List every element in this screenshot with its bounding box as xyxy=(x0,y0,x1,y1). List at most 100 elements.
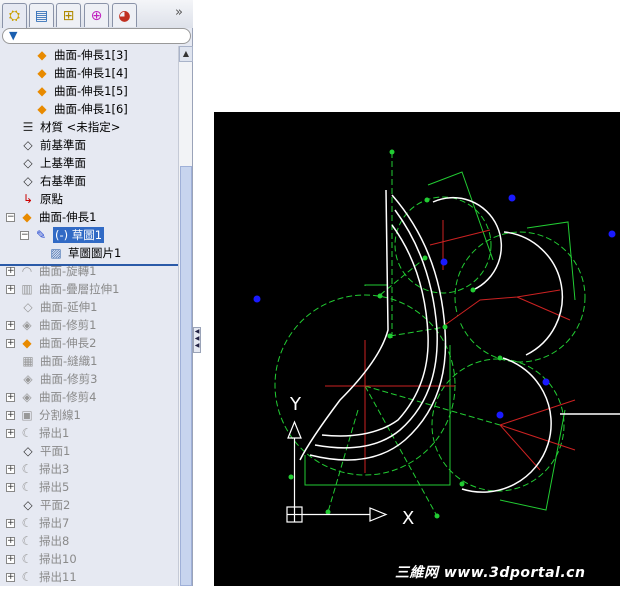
expand-toggle[interactable]: + xyxy=(6,284,15,294)
tab-configuration-manager[interactable]: ⊞ xyxy=(56,3,81,27)
tree-item-label: 曲面-伸長1 xyxy=(39,210,97,224)
expand-toggle[interactable]: + xyxy=(6,572,15,582)
tab-dimxpert[interactable]: ⊕ xyxy=(84,3,109,27)
tree-item-label: 曲面-伸長2 xyxy=(39,336,97,350)
expand-toggle[interactable]: + xyxy=(6,410,15,420)
display-manager-icon: ◕ xyxy=(118,7,131,24)
filter-input[interactable]: ▼ xyxy=(2,28,191,44)
configuration-manager-icon: ⊞ xyxy=(62,7,75,24)
expand-toggle[interactable]: + xyxy=(6,338,15,348)
graphics-viewport[interactable]: Y X xyxy=(214,112,620,586)
panel-collapse-handle[interactable]: ◀ ◀ ◀ xyxy=(193,327,201,353)
tree-item[interactable]: + ▣ 分割線1 xyxy=(6,406,81,424)
tree-scrollbar[interactable]: ▲ xyxy=(178,46,193,586)
plane-icon: ◇ xyxy=(23,444,33,458)
tree-item[interactable]: ▨ 草圖圖片1 xyxy=(48,244,121,262)
sketch-points xyxy=(288,149,503,519)
extrude-surface-icon: ◆ xyxy=(37,84,47,98)
material-icon: ☰ xyxy=(22,120,34,134)
knit-surface-icon: ▦ xyxy=(22,354,34,368)
tree-item-label: 曲面-修剪1 xyxy=(39,318,97,332)
tree-item[interactable]: + ◆ 曲面-伸長2 xyxy=(6,334,96,352)
tree-item[interactable]: ◇ 平面2 xyxy=(20,496,70,514)
tree-item[interactable]: ◆ 曲面-伸長1[6] xyxy=(34,100,127,118)
tree-item[interactable]: + ▥ 曲面-疊層拉伸1 xyxy=(6,280,119,298)
tree-item[interactable]: ▦ 曲面-縫織1 xyxy=(20,352,97,370)
tree-item-label: 上基準面 xyxy=(40,156,86,170)
tab-feature-manager[interactable]: ⛭ xyxy=(2,3,27,28)
tree-item[interactable]: ◈ 曲面-修剪3 xyxy=(20,370,97,388)
tree-item[interactable]: + ☾ 掃出8 xyxy=(6,532,69,550)
tree-item[interactable]: + ☾ 掃出10 xyxy=(6,550,77,568)
trim-surface-icon: ◈ xyxy=(22,390,32,404)
property-manager-icon: ▤ xyxy=(34,7,49,24)
y-arrow-icon xyxy=(287,420,302,439)
tree-item[interactable]: ◆ 曲面-伸長1[3] xyxy=(34,46,128,64)
extrude-surface-icon: ◆ xyxy=(37,66,47,80)
loft-surface-icon: ▥ xyxy=(21,282,33,296)
tree-item-label: 材質 <未指定> xyxy=(40,120,121,134)
rollback-bar[interactable] xyxy=(0,264,178,266)
construction-circle xyxy=(431,358,565,492)
expand-toggle[interactable]: + xyxy=(6,482,15,492)
tree-item[interactable]: ◆ 曲面-伸長1[4] xyxy=(34,64,127,82)
sweep-icon: ☾ xyxy=(21,426,33,440)
tree-item[interactable]: + ☾ 掃出1 xyxy=(6,424,69,442)
tree-item[interactable]: ◆ 曲面-伸長1[5] xyxy=(34,82,128,100)
trim-surface-icon: ◈ xyxy=(23,372,33,386)
expand-toggle[interactable]: + xyxy=(6,392,15,402)
tab-display-manager[interactable]: ◕ xyxy=(112,3,137,27)
tree-item-label: 掃出8 xyxy=(39,534,70,548)
expand-toggle[interactable]: + xyxy=(6,554,15,564)
expand-toggle[interactable]: + xyxy=(6,518,15,528)
sweep-icon: ☾ xyxy=(21,534,33,548)
tree-item-label: 平面2 xyxy=(40,498,71,512)
sweep-icon: ☾ xyxy=(21,570,33,584)
tree-item[interactable]: ◇ 上基準面 xyxy=(20,154,86,172)
tree-item[interactable]: ☰ 材質 <未指定> xyxy=(20,118,121,136)
expand-toggle[interactable]: − xyxy=(20,230,29,240)
tree-item[interactable]: ◇ 右基準面 xyxy=(20,172,86,190)
sweep-icon: ☾ xyxy=(21,462,33,476)
tree-item-label: 分割線1 xyxy=(39,408,81,422)
origin-icon: ↳ xyxy=(22,192,34,206)
tree-item-label: 前基準面 xyxy=(40,138,86,152)
tree-item[interactable]: − ◆ 曲面-伸長1 xyxy=(6,208,96,226)
sweep-icon: ☾ xyxy=(21,516,33,530)
tree-item[interactable]: ◇ 曲面-延伸1 xyxy=(20,298,97,316)
scroll-up-button[interactable]: ▲ xyxy=(179,46,193,62)
tree-item-label: 曲面-延伸1 xyxy=(40,300,98,314)
more-tabs-button[interactable]: » xyxy=(175,5,183,20)
tree-item[interactable]: ◇ 平面1 xyxy=(20,442,70,460)
extrude-surface-icon: ◆ xyxy=(22,336,32,350)
tree-item[interactable]: + ☾ 掃出11 xyxy=(6,568,77,586)
tree-item[interactable]: + ◈ 曲面-修剪1 xyxy=(6,316,96,334)
tree-item-label: 掃出1 xyxy=(39,426,70,440)
tree-item-label: 曲面-修剪3 xyxy=(40,372,98,386)
tree-item[interactable]: + ☾ 掃出3 xyxy=(6,460,69,478)
tree-item[interactable]: ↳ 原點 xyxy=(20,190,63,208)
expand-toggle[interactable]: + xyxy=(6,536,15,546)
expand-toggle[interactable]: + xyxy=(6,464,15,474)
tree-item[interactable]: + ☾ 掃出5 xyxy=(6,478,69,496)
expand-toggle[interactable]: + xyxy=(6,320,15,330)
expand-toggle[interactable]: + xyxy=(6,428,15,438)
expand-toggle[interactable]: − xyxy=(6,212,15,222)
tab-property-manager[interactable]: ▤ xyxy=(29,3,54,27)
feature-manager-panel: ⛭ ▤ ⊞ ⊕ ◕ » ▼ ◆ 曲面-伸長1[3] ◆ 曲面-伸長1[4] ◆ 曲面-伸長… xyxy=(0,0,193,586)
y-axis-label: Y xyxy=(289,394,302,415)
x-axis-label: X xyxy=(402,508,414,529)
tree-item[interactable]: + ◈ 曲面-修剪4 xyxy=(6,388,96,406)
tree-item-label: 曲面-伸長1[5] xyxy=(54,84,128,98)
tree-item[interactable]: − ✎ (-) 草圖1 xyxy=(20,226,105,244)
tree-item[interactable]: + ☾ 掃出7 xyxy=(6,514,69,532)
tree-item-label: 掃出10 xyxy=(39,552,77,566)
scroll-thumb[interactable] xyxy=(180,166,192,586)
tree-item-label: 曲面-伸長1[3] xyxy=(54,48,128,62)
origin-triad xyxy=(286,420,388,523)
tree-item-label: 草圖圖片1 xyxy=(68,246,122,260)
extrude-surface-icon: ◆ xyxy=(37,102,47,116)
tree-item[interactable]: ◇ 前基準面 xyxy=(20,136,86,154)
construction-geometry xyxy=(274,152,586,517)
expand-toggle[interactable]: + xyxy=(6,266,15,276)
